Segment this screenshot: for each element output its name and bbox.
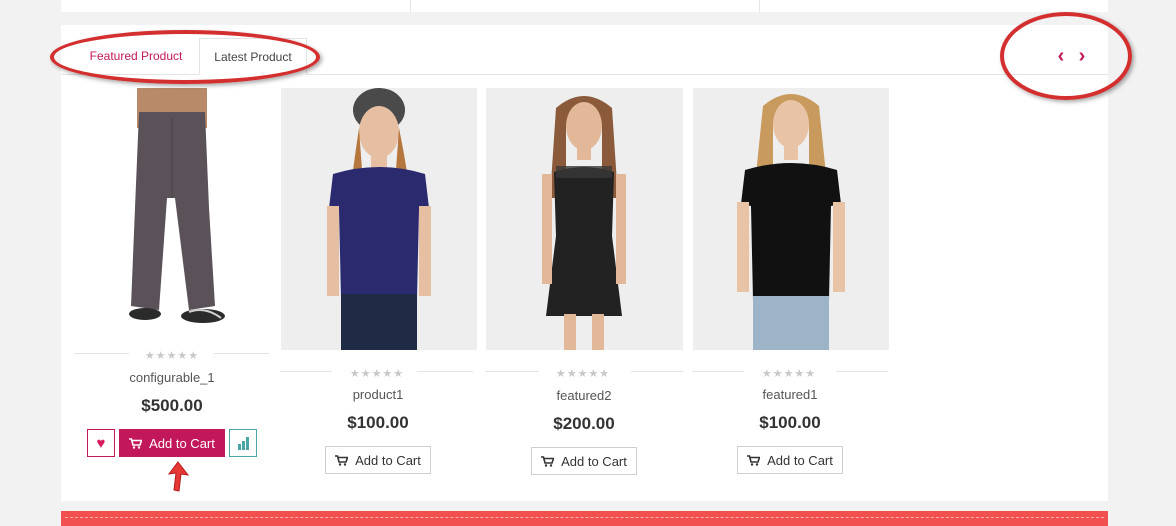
cart-icon [335,454,349,466]
product-image-configurable-1[interactable] [75,88,269,332]
carousel-next-button[interactable]: › [1074,46,1090,66]
rating-rule [836,371,888,372]
product-price: $100.00 [759,413,821,432]
rating-rule [417,371,473,372]
add-to-cart-button[interactable]: Add to Cart [325,446,431,474]
rating-rule [486,371,538,372]
product-name[interactable]: configurable_1 [75,370,269,385]
add-to-cart-label: Add to Cart [355,452,421,468]
compare-button[interactable] [229,429,257,457]
add-to-cart-label: Add to Cart [149,435,215,451]
add-to-cart-label: Add to Cart [561,453,627,469]
product-image-product1[interactable] [281,88,477,350]
product-price: $100.00 [347,413,409,432]
add-to-cart-button[interactable]: Add to Cart [119,429,225,457]
product-price: $500.00 [141,396,203,415]
product-name[interactable]: product1 [281,387,475,402]
bar-chart-icon [237,436,249,450]
product-name[interactable]: featured2 [487,388,681,403]
top-divider [759,0,760,12]
add-to-cart-label: Add to Cart [767,452,833,468]
carousel-prev-button[interactable]: ‹ [1053,46,1069,66]
rating-rule [692,371,744,372]
black-tee-model-image [737,94,845,350]
rating-rule [74,353,129,354]
annotation-arrow-icon [167,461,190,492]
cart-icon [747,454,761,466]
cart-icon [129,437,143,449]
product-image-featured2[interactable] [486,88,683,350]
footer-dashed-border [65,517,1104,518]
tab-latest-product[interactable]: Latest Product [199,38,307,75]
product-image-featured1[interactable] [693,88,889,350]
rating-stars: ★★★★★ [555,368,611,380]
black-dress-model-image [542,96,626,350]
rating-stars: ★★★★★ [144,350,200,362]
rating-stars: ★★★★★ [349,368,405,380]
rating-rule [214,353,269,354]
rating-rule [280,371,332,372]
navy-tee-model-image [327,88,431,350]
cart-icon [541,455,555,467]
product-tabs-panel: Featured Product Latest Product ‹ › ★★★★… [61,25,1108,501]
tab-featured-product[interactable]: Featured Product [76,38,196,75]
add-to-cart-button[interactable]: Add to Cart [737,446,843,474]
footer-strip [61,511,1108,526]
add-to-cart-button[interactable]: Add to Cart [531,447,637,475]
product-price: $200.00 [553,414,615,433]
top-divider [410,0,411,12]
heart-icon: ♥ [96,434,106,452]
rating-rule [631,371,683,372]
wishlist-button[interactable]: ♥ [87,429,115,457]
top-strip [61,0,1108,12]
product-name[interactable]: featured1 [693,387,887,402]
rating-stars: ★★★★★ [761,368,817,380]
pants-model-image [129,88,225,323]
